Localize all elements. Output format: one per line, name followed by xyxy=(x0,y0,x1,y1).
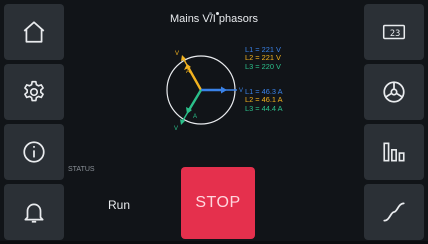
voltage-l3-value: L3 = 220 V xyxy=(245,61,281,71)
info-icon xyxy=(23,141,45,163)
current-label-l3: A xyxy=(193,114,197,120)
bell-icon xyxy=(24,203,44,223)
bar-chart-icon xyxy=(383,142,405,162)
sine-wave-icon xyxy=(383,202,405,222)
voltage-label-l1: V xyxy=(239,88,243,94)
voltage-label-l2: V xyxy=(175,51,179,57)
waveform-button[interactable] xyxy=(364,184,424,240)
gear-icon xyxy=(24,80,44,102)
home-icon xyxy=(23,21,45,43)
bar-chart-button[interactable] xyxy=(364,124,424,180)
status-label: STATUS xyxy=(68,166,95,173)
current-legend: L1 = 46.3 A L2 = 46.1 A L3 = 44.4 A xyxy=(245,87,283,113)
current-l3-value: L3 = 44.4 A xyxy=(245,103,283,113)
alarms-button[interactable] xyxy=(4,184,64,240)
phasor-diagram: V A V A V xyxy=(166,51,243,132)
main-panel: Mains V/I phasors V A V A V L1 = 221 V L… xyxy=(68,0,360,244)
info-button[interactable] xyxy=(4,124,64,180)
voltage-label-l3: V xyxy=(174,126,178,132)
settings-button[interactable] xyxy=(4,64,64,120)
home-button[interactable] xyxy=(4,4,64,60)
right-sidebar: 23 xyxy=(360,0,428,244)
voltage-legend: L1 = 221 V L2 = 221 V L3 = 220 V xyxy=(245,45,281,71)
display-value-text: 23 xyxy=(390,29,400,39)
status-value: Run xyxy=(108,198,131,212)
values-button[interactable]: 23 xyxy=(364,4,424,60)
current-arrow-l1 xyxy=(221,86,227,94)
display-value-icon: 23 xyxy=(382,24,406,40)
engine-button[interactable] xyxy=(364,64,424,120)
page-title: Mains V/I phasors xyxy=(169,13,259,25)
steering-wheel-icon xyxy=(383,81,405,103)
current-label-l2: A xyxy=(186,69,190,75)
stop-button[interactable]: STOP xyxy=(181,167,255,239)
left-sidebar xyxy=(0,0,68,244)
current-phasor-l3 xyxy=(187,89,203,111)
